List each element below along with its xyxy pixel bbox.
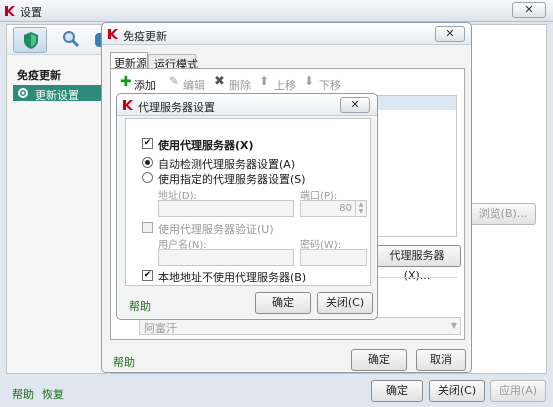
use-specified-radio[interactable] (142, 172, 153, 183)
search-tab[interactable] (53, 27, 87, 53)
add-label: 添加 (134, 79, 156, 92)
settings-ok-button[interactable]: 确定 (371, 380, 423, 402)
update-ok-button[interactable]: 确定 (351, 349, 407, 371)
settings-help-link[interactable]: 帮助 (12, 386, 34, 402)
proxy-dialog: 代理服务器设置 ✕ ✔ 使用代理服务器(X) 自动检测代理服务器设置(A) 使用… (116, 93, 378, 320)
move-down-label: 下移 (319, 79, 341, 92)
chevron-down-icon: ▼ (450, 321, 457, 330)
proxy-dialog-title: 代理服务器设置 (138, 101, 215, 114)
update-cancel-button[interactable]: 取消 (416, 349, 466, 371)
address-field[interactable] (158, 200, 294, 217)
tab-run-mode[interactable]: 运行模式 (148, 54, 198, 71)
proxy-server-button[interactable]: 代理服务器(X)... (373, 245, 461, 282)
proxy-close-button[interactable]: 关闭(C) (317, 292, 373, 314)
kaspersky-logo-icon (5, 6, 15, 16)
sidebar-icon-row (7, 25, 106, 55)
bypass-local-checkbox[interactable]: ✔ (142, 270, 153, 281)
kaspersky-logo-icon (108, 29, 118, 39)
plus-icon: ✚ (120, 74, 132, 90)
edit-label: 编辑 (183, 79, 205, 92)
settings-browse-button[interactable]: 浏览(B)... (470, 203, 536, 225)
use-specified-label[interactable]: 使用指定的代理服务器设置(S) (158, 171, 306, 187)
shield-icon (24, 32, 38, 49)
delete-label: 删除 (229, 79, 251, 92)
update-dialog-close-button[interactable]: ✕ (435, 26, 465, 42)
settings-apply-button[interactable]: 应用(A) (490, 380, 546, 402)
proxy-content-panel: ✔ 使用代理服务器(X) 自动检测代理服务器设置(A) 使用指定的代理服务器设置… (125, 118, 371, 286)
move-up-label: 上移 (274, 79, 296, 92)
sidebar-item-label: 更新设置 (35, 89, 79, 102)
arrow-up-icon: ⬆ (259, 74, 270, 88)
port-spinner-icon[interactable]: ▲ ▼ (355, 201, 366, 216)
update-dialog-titlebar: 免疫更新 ✕ (102, 23, 471, 45)
auto-detect-radio[interactable] (142, 157, 153, 168)
sidebar-item-update-settings[interactable]: 更新设置 (13, 85, 102, 102)
search-icon (63, 31, 80, 48)
settings-restore-link[interactable]: 恢复 (42, 386, 64, 402)
proxy-dialog-close-button[interactable]: ✕ (340, 97, 370, 113)
auto-detect-label[interactable]: 自动检测代理服务器设置(A) (158, 156, 295, 172)
sidebar-section-title: 免疫更新 (17, 69, 61, 82)
update-dialog-title: 免疫更新 (123, 30, 167, 43)
port-value: 80 (339, 203, 352, 214)
shield-tab[interactable] (13, 27, 47, 53)
use-proxy-label[interactable]: 使用代理服务器(X) (158, 137, 254, 153)
use-proxy-checkbox[interactable]: ✔ (142, 138, 153, 149)
source-toolbar: ✚ 添加 ✎ 编辑 ✖ 删除 ⬆ 上移 ⬇ 下移 (119, 74, 455, 93)
kaspersky-logo-icon (123, 100, 133, 110)
proxy-help-link[interactable]: 帮助 (129, 298, 151, 314)
password-field[interactable] (300, 249, 367, 266)
settings-title: 设置 (20, 6, 42, 19)
username-field[interactable] (158, 249, 294, 266)
gear-icon (18, 88, 28, 98)
settings-sidebar: 免疫更新 更新设置 (6, 24, 107, 374)
proxy-dialog-titlebar: 代理服务器设置 ✕ (117, 94, 377, 116)
settings-close-button-footer[interactable]: 关闭(C) (429, 380, 485, 402)
settings-titlebar: 设置 ✕ (0, 0, 553, 22)
delete-icon: ✖ (214, 74, 225, 89)
pencil-icon: ✎ (169, 74, 180, 88)
settings-close-button[interactable]: ✕ (512, 2, 546, 18)
tab-update-source[interactable]: 更新源 (110, 52, 148, 70)
radio-dot (145, 160, 150, 165)
use-auth-label[interactable]: 使用代理服务器验证(U) (158, 221, 274, 237)
use-auth-checkbox[interactable] (142, 222, 153, 233)
bypass-local-label[interactable]: 本地地址不使用代理服务器(B) (158, 269, 306, 285)
proxy-ok-button[interactable]: 确定 (255, 292, 311, 314)
region-combo-value: 阿富汗 (144, 322, 177, 335)
update-help-link[interactable]: 帮助 (113, 354, 135, 370)
arrow-down-icon: ⬇ (304, 74, 315, 88)
